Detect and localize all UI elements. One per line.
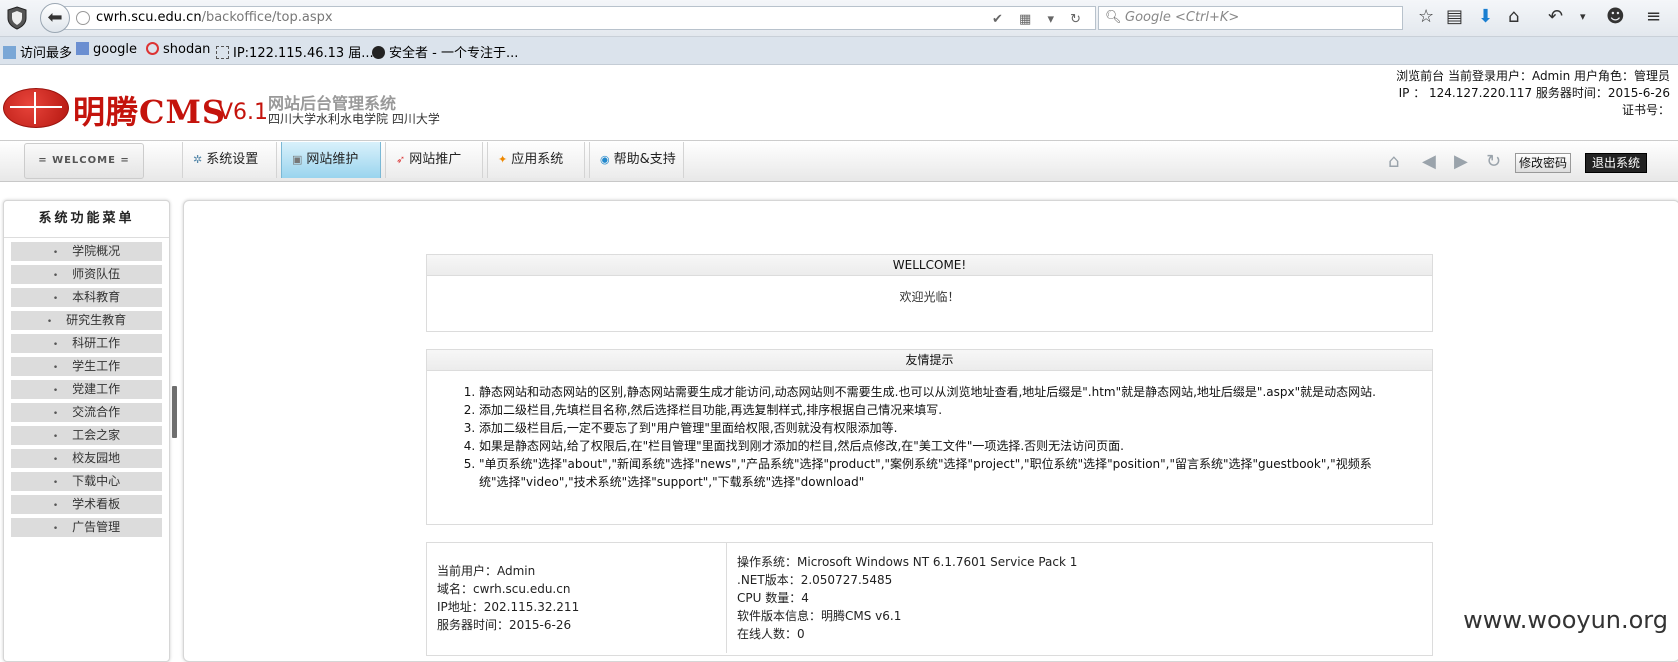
page-icon bbox=[216, 46, 229, 59]
search-input[interactable]: 🔍︎ Google <Ctrl+K> bbox=[1098, 6, 1403, 30]
refresh-icon[interactable]: ↻ bbox=[1486, 151, 1501, 172]
sidebar-item-union[interactable]: 工会之家 bbox=[11, 426, 162, 445]
ip-address: IP地址：202.115.32.211 bbox=[437, 600, 580, 614]
sidebar-item-student-work[interactable]: 学生工作 bbox=[11, 357, 162, 376]
reading-list-icon[interactable]: ▤ bbox=[1446, 6, 1463, 27]
main-nav: = WELCOME = ✲ 系统设置 ▣ 网站维护 ➶ 网站推广 ✦ 应用系统 ◉ 帮助&… bbox=[0, 140, 1678, 182]
google-icon bbox=[76, 42, 89, 55]
globe-icon bbox=[76, 11, 90, 25]
watermark: www.wooyun.org bbox=[1463, 606, 1668, 634]
logo-version: V6.1 bbox=[218, 100, 269, 125]
main-content: WELLCOME! 欢迎光临！ 友情提示 静态网站和动态网站的区别,静态网站需要… bbox=[183, 200, 1678, 662]
user-info-panel: 当前用户：Admin 域名：cwrh.scu.edu.cn IP地址：202.1… bbox=[427, 543, 727, 653]
system-info-panel: 操作系统：Microsoft Windows NT 6.1.7601 Servi… bbox=[727, 543, 1432, 653]
sidebar-menu: 系统功能菜单 学院概况 师资队伍 本科教育 研究生教育 科研工作 学生工作 党建… bbox=[3, 200, 170, 662]
url-host: cwrh.scu.edu.cn bbox=[96, 10, 202, 25]
dotnet-version: .NET版本：2.050727.5485 bbox=[737, 573, 893, 587]
github-icon bbox=[372, 46, 385, 59]
bookmark-shodan[interactable]: shodan bbox=[146, 42, 210, 57]
bookmark-ip[interactable]: IP:122.115.46.13 届... bbox=[216, 42, 374, 61]
site-name: 四川大学水利水电学院 四川大学 bbox=[268, 112, 440, 126]
change-password-button[interactable]: 修改密码 bbox=[1515, 153, 1572, 173]
tips-box: 友情提示 静态网站和动态网站的区别,静态网站需要生成才能访问,动态网站则不需要生… bbox=[426, 349, 1433, 525]
logout-button[interactable]: 退出系统 bbox=[1585, 153, 1648, 173]
online-users: 在线人数：0 bbox=[737, 627, 805, 641]
bookmark-folder-icon bbox=[3, 46, 16, 59]
sidebar-item-research[interactable]: 科研工作 bbox=[11, 334, 162, 353]
chat-icon[interactable]: ☻ bbox=[1606, 6, 1625, 27]
back-button[interactable]: ⬅ bbox=[40, 3, 70, 33]
browser-toolbar: cwrh.scu.edu.cn/backoffice/top.aspx ✔ ▦ … bbox=[0, 0, 1678, 37]
server-time: 服务器时间：2015-6-26 bbox=[437, 618, 572, 632]
home-icon[interactable]: ⌂ bbox=[1508, 6, 1519, 27]
sidebar-splitter-handle[interactable] bbox=[172, 386, 177, 438]
header-ip-info: IP ： 124.127.220.117 服务器时间：2015-6-26 bbox=[1398, 86, 1670, 100]
menu-icon[interactable]: ≡ bbox=[1646, 6, 1661, 27]
sidebar-item-exchange[interactable]: 交流合作 bbox=[11, 403, 162, 422]
url-path: /backoffice/top.aspx bbox=[201, 10, 333, 25]
rocket-icon: ➶ bbox=[396, 153, 406, 166]
sidebar-item-alumni[interactable]: 校友园地 bbox=[11, 449, 162, 468]
sidebar-item-faculty[interactable]: 师资队伍 bbox=[11, 265, 162, 284]
os-info: 操作系统：Microsoft Windows NT 6.1.7601 Servi… bbox=[737, 555, 1078, 569]
tab-system-settings[interactable]: ✲ 系统设置 bbox=[182, 142, 277, 178]
sidebar-item-undergraduate[interactable]: 本科教育 bbox=[11, 288, 162, 307]
tab-help-support[interactable]: ◉ 帮助&支持 bbox=[589, 142, 684, 178]
search-icon: 🔍︎ bbox=[1105, 10, 1122, 25]
tip-item: 添加二级栏目后,一定不要忘了到"用户管理"里面给权限,否则就没有权限添加等. bbox=[479, 419, 1382, 437]
arrow-right-icon[interactable]: ▶ bbox=[1454, 151, 1468, 172]
tip-item: 添加二级栏目,先填栏目名称,然后选择栏目功能,再选复制样式,排序根据自己情况来填… bbox=[479, 401, 1382, 419]
header-user-info[interactable]: 浏览前台 当前登录用户：Admin 用户角色：管理员 bbox=[1396, 68, 1670, 85]
bookmark-star-icon[interactable]: ☆ bbox=[1418, 6, 1434, 27]
sidebar-item-ads[interactable]: 广告管理 bbox=[11, 518, 162, 537]
logo-text: 明腾CMS bbox=[73, 93, 227, 131]
cpu-count: CPU 数量：4 bbox=[737, 591, 809, 605]
bookmarks-bar: 访问最多 google shodan IP:122.115.46.13 届...… bbox=[0, 37, 1678, 65]
tips-list: 静态网站和动态网站的区别,静态网站需要生成才能访问,动态网站则不需要生成.也可以… bbox=[479, 383, 1382, 491]
url-bar[interactable]: cwrh.scu.edu.cn/backoffice/top.aspx ✔ ▦ … bbox=[56, 6, 1096, 30]
monitor-icon: ▣ bbox=[292, 153, 303, 166]
tip-item: 静态网站和动态网站的区别,静态网站需要生成才能访问,动态网站则不需要生成.也可以… bbox=[479, 383, 1382, 401]
bookmark-anquanzhe[interactable]: 安全者 - 一个专注于... bbox=[372, 42, 518, 61]
tab-site-maintenance[interactable]: ▣ 网站维护 bbox=[281, 142, 381, 178]
bookmark-most-visited[interactable]: 访问最多 bbox=[3, 42, 72, 61]
welcome-badge: = WELCOME = bbox=[24, 143, 144, 179]
search-placeholder: Google <Ctrl+K> bbox=[1125, 10, 1240, 25]
chevron-down-icon[interactable]: ▾ bbox=[1580, 10, 1586, 23]
sidebar-item-downloads[interactable]: 下载中心 bbox=[11, 472, 162, 491]
shodan-icon bbox=[146, 42, 159, 55]
current-user: 当前用户：Admin bbox=[437, 564, 536, 578]
software-version: 软件版本信息：明腾CMS v6.1 bbox=[737, 609, 902, 623]
header-info: 浏览前台 当前登录用户：Admin 用户角色：管理员 IP ： 124.127.… bbox=[1396, 68, 1670, 119]
shield-icon[interactable] bbox=[6, 6, 28, 30]
tab-site-promotion[interactable]: ➶ 网站推广 bbox=[385, 142, 483, 178]
arrow-left-icon[interactable]: ◀ bbox=[1422, 151, 1436, 172]
welcome-message: 欢迎光临！ bbox=[899, 290, 960, 304]
home-icon[interactable]: ⌂ bbox=[1388, 151, 1399, 172]
tip-item: 如果是静态网站,给了权限后,在"栏目管理"里面找到刚才添加的栏目,然后点修改,在… bbox=[479, 437, 1382, 455]
cms-header: 明腾CMS V6.1 网站后台管理系统 四川大学水利水电学院 四川大学 浏览前台… bbox=[0, 65, 1678, 137]
help-icon: ◉ bbox=[600, 153, 610, 166]
tab-app-system[interactable]: ✦ 应用系统 bbox=[487, 142, 585, 178]
header-cert-info: 证书号： bbox=[1621, 103, 1670, 117]
server-info-box: 当前用户：Admin 域名：cwrh.scu.edu.cn IP地址：202.1… bbox=[426, 542, 1433, 656]
gear-icon: ✲ bbox=[193, 153, 203, 166]
sidebar-title: 系统功能菜单 bbox=[4, 201, 169, 238]
tip-item: "单页系统"选择"about","新闻系统"选择"news","产品系统"选择"… bbox=[479, 455, 1382, 491]
apps-icon: ✦ bbox=[498, 153, 508, 166]
undo-icon[interactable]: ↶ bbox=[1548, 6, 1563, 27]
welcome-box: WELLCOME! 欢迎光临！ bbox=[426, 254, 1433, 332]
welcome-box-title: WELLCOME! bbox=[427, 255, 1432, 276]
domain-name: 域名：cwrh.scu.edu.cn bbox=[437, 582, 571, 596]
sidebar-item-party[interactable]: 党建工作 bbox=[11, 380, 162, 399]
bookmark-google[interactable]: google bbox=[76, 42, 137, 57]
sidebar-item-academic-board[interactable]: 学术看板 bbox=[11, 495, 162, 514]
sidebar-item-college-overview[interactable]: 学院概况 bbox=[11, 242, 162, 261]
url-actions-icons[interactable]: ✔ ▦ ▾ ↻ bbox=[992, 9, 1087, 31]
logo-globe-icon bbox=[3, 88, 69, 128]
download-icon[interactable]: ⬇ bbox=[1478, 6, 1493, 27]
tips-box-title: 友情提示 bbox=[427, 350, 1432, 371]
sidebar-item-graduate[interactable]: 研究生教育 bbox=[11, 311, 162, 330]
